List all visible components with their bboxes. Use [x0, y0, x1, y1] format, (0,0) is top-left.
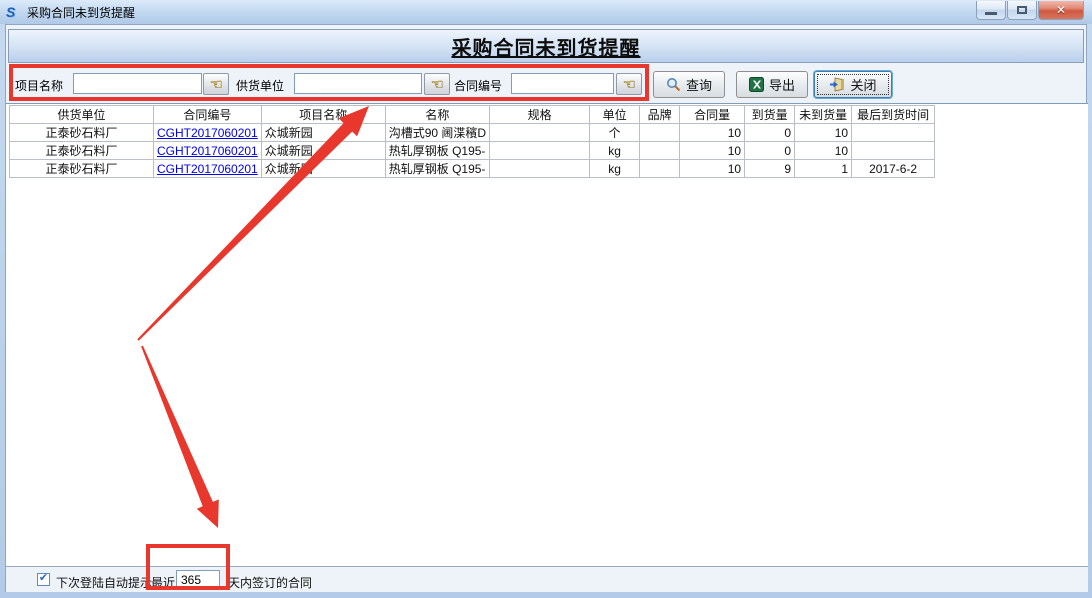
close-icon: ✕: [1056, 3, 1066, 17]
cell-contract-no: CGHT2017060201: [154, 142, 262, 160]
contract-link[interactable]: CGHT2017060201: [157, 144, 258, 158]
col-contract-no[interactable]: 合同编号: [154, 106, 262, 124]
cell-unarrived-qty: 10: [795, 124, 852, 142]
cell-arrived-qty: 9: [745, 160, 795, 178]
pointing-hand-icon: ☜: [209, 77, 222, 92]
col-spec[interactable]: 规格: [490, 106, 590, 124]
supplier-input[interactable]: [294, 73, 422, 94]
cell-arrived-qty: 0: [745, 142, 795, 160]
cell-project-name: 众城新园: [261, 160, 385, 178]
cell-contract-qty: 10: [680, 124, 745, 142]
cell-unarrived-qty: 1: [795, 160, 852, 178]
maximize-button[interactable]: [1007, 1, 1037, 20]
window-titlebar: S 采购合同未到货提醒 ✕: [0, 0, 1092, 24]
contract-link[interactable]: CGHT2017060201: [157, 162, 258, 176]
page-title: 采购合同未到货提醒: [452, 32, 641, 61]
cell-spec: [490, 142, 590, 160]
window-title: 采购合同未到货提醒: [27, 4, 135, 21]
cell-contract-no: CGHT2017060201: [154, 124, 262, 142]
cell-brand: [640, 124, 680, 142]
recent-suffix-label: 天内签订的合同: [228, 574, 312, 591]
col-last-arrival[interactable]: 最后到货时间: [852, 106, 935, 124]
col-supplier[interactable]: 供货单位: [10, 106, 154, 124]
cell-last-arrival: 2017-6-2: [852, 160, 935, 178]
pointing-hand-icon: ☜: [430, 77, 443, 92]
export-button[interactable]: 导出: [736, 71, 808, 98]
col-arrived-qty[interactable]: 到货量: [745, 106, 795, 124]
cell-unit: kg: [590, 160, 640, 178]
contracts-table: 供货单位 合同编号 项目名称 名称 规格 单位 品牌 合同量 到货量 未到货量 …: [9, 105, 935, 178]
col-unit[interactable]: 单位: [590, 106, 640, 124]
supplier-browse-button[interactable]: ☜: [424, 73, 450, 95]
project-name-browse-button[interactable]: ☜: [203, 73, 229, 95]
contract-no-label: 合同编号: [454, 77, 502, 94]
col-contract-qty[interactable]: 合同量: [680, 106, 745, 124]
cell-name: 沟槽式90 阃渫穦D: [385, 124, 489, 142]
results-grid-panel: 供货单位 合同编号 项目名称 名称 规格 单位 品牌 合同量 到货量 未到货量 …: [6, 103, 1088, 566]
app-logo-icon: S: [6, 4, 22, 20]
query-button[interactable]: 查询: [653, 71, 725, 98]
cell-supplier: 正泰砂石料厂: [10, 142, 154, 160]
cell-brand: [640, 160, 680, 178]
window-controls: ✕: [975, 1, 1084, 20]
cell-supplier: 正泰砂石料厂: [10, 124, 154, 142]
cell-arrived-qty: 0: [745, 124, 795, 142]
table-row: 正泰砂石料厂 CGHT2017060201 众城新园 热轧厚钢板 Q195- k…: [10, 160, 935, 178]
table-header-row: 供货单位 合同编号 项目名称 名称 规格 单位 品牌 合同量 到货量 未到货量 …: [10, 106, 935, 124]
export-button-label: 导出: [769, 75, 795, 94]
close-button[interactable]: 关闭: [814, 71, 892, 98]
col-project-name[interactable]: 项目名称: [261, 106, 385, 124]
autoprompt-checkbox[interactable]: ✔: [37, 573, 50, 586]
col-name[interactable]: 名称: [385, 106, 489, 124]
cell-spec: [490, 160, 590, 178]
cell-spec: [490, 124, 590, 142]
contract-link[interactable]: CGHT2017060201: [157, 126, 258, 140]
cell-contract-qty: 10: [680, 142, 745, 160]
cell-project-name: 众城新园: [261, 124, 385, 142]
autoprompt-label: 下次登陆自动提示: [56, 574, 152, 591]
cell-unit: kg: [590, 142, 640, 160]
maximize-icon: [1017, 6, 1027, 14]
contract-no-input[interactable]: [511, 73, 614, 94]
footer-bar: ✔ 下次登陆自动提示 最近 天内签订的合同: [6, 566, 1088, 592]
cell-contract-qty: 10: [680, 160, 745, 178]
cell-name: 热轧厚钢板 Q195-: [385, 142, 489, 160]
excel-icon: [749, 77, 764, 92]
minimize-button[interactable]: [976, 1, 1006, 20]
col-unarrived-qty[interactable]: 未到货量: [795, 106, 852, 124]
cell-unarrived-qty: 10: [795, 142, 852, 160]
table-row: 正泰砂石料厂 CGHT2017060201 众城新园 热轧厚钢板 Q195- k…: [10, 142, 935, 160]
recent-label: 最近: [151, 574, 175, 591]
minimize-icon: [985, 12, 997, 15]
pointing-hand-icon: ☜: [622, 77, 635, 92]
cell-last-arrival: [852, 142, 935, 160]
check-icon: ✔: [39, 573, 48, 584]
project-name-label: 项目名称: [15, 77, 63, 94]
days-input[interactable]: [176, 570, 220, 589]
filter-bar: 项目名称 ☜ 供货单位 ☜ 合同编号 ☜ 查询 导出: [6, 65, 1088, 103]
cell-last-arrival: [852, 124, 935, 142]
cell-brand: [640, 142, 680, 160]
exit-door-icon: [829, 77, 845, 92]
page-header: 采购合同未到货提醒: [8, 29, 1084, 63]
contract-no-browse-button[interactable]: ☜: [616, 73, 642, 95]
cell-unit: 个: [590, 124, 640, 142]
cell-project-name: 众城新园: [261, 142, 385, 160]
cell-contract-no: CGHT2017060201: [154, 160, 262, 178]
cell-name: 热轧厚钢板 Q195-: [385, 160, 489, 178]
query-button-label: 查询: [686, 75, 712, 94]
project-name-input[interactable]: [73, 73, 202, 94]
col-brand[interactable]: 品牌: [640, 106, 680, 124]
window-client-area: 采购合同未到货提醒 项目名称 ☜ 供货单位 ☜ 合同编号 ☜ 查询: [5, 24, 1087, 592]
magnifier-icon: [666, 77, 681, 92]
table-row: 正泰砂石料厂 CGHT2017060201 众城新园 沟槽式90 阃渫穦D 个 …: [10, 124, 935, 142]
cell-supplier: 正泰砂石料厂: [10, 160, 154, 178]
supplier-label: 供货单位: [236, 77, 284, 94]
close-button-label: 关闭: [850, 75, 876, 94]
close-window-button[interactable]: ✕: [1038, 1, 1084, 20]
